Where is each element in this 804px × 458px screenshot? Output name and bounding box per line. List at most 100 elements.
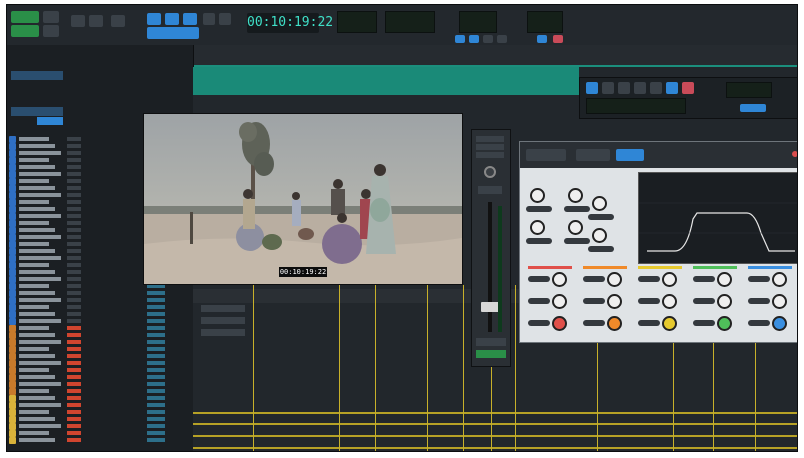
track-io-button[interactable] [147, 354, 165, 358]
track-io-button[interactable] [147, 389, 165, 393]
mute-solo-buttons[interactable] [478, 186, 502, 194]
preset-selector[interactable] [526, 149, 566, 161]
compare-button[interactable] [576, 149, 610, 161]
return-to-zero-icon[interactable] [586, 82, 598, 94]
pencil-icon[interactable] [203, 13, 215, 25]
band-knob[interactable] [552, 272, 567, 287]
band-knob[interactable] [772, 294, 787, 309]
band-knob[interactable] [662, 316, 677, 331]
video-clip-region[interactable] [193, 67, 579, 95]
track-io-button[interactable] [147, 326, 165, 330]
band-knob[interactable] [552, 294, 567, 309]
audio-region[interactable] [193, 412, 797, 414]
play-icon[interactable] [618, 82, 630, 94]
band-knob[interactable] [772, 316, 787, 331]
eq-knob[interactable] [530, 220, 545, 235]
track-io-button[interactable] [147, 312, 165, 316]
band-knob[interactable] [607, 316, 622, 331]
track-io-button[interactable] [147, 396, 165, 400]
eq-knob[interactable] [592, 196, 607, 211]
close-icon[interactable] [792, 151, 797, 157]
track-io-button[interactable] [147, 368, 165, 372]
go-to-end-icon[interactable] [650, 82, 662, 94]
band-knob[interactable] [607, 294, 622, 309]
audio-region[interactable] [193, 423, 797, 425]
clip-region[interactable] [201, 329, 245, 336]
track-io-button[interactable] [147, 319, 165, 323]
band-knob[interactable] [662, 272, 677, 287]
track-io-button[interactable] [147, 438, 165, 442]
grid-nudge-control[interactable] [147, 27, 199, 39]
record-icon[interactable] [682, 82, 694, 94]
track-io-button[interactable] [147, 347, 165, 351]
audio-region[interactable] [193, 435, 797, 437]
band-value-label [583, 298, 605, 304]
band-knob[interactable] [717, 272, 732, 287]
track-meter [67, 438, 81, 442]
track-folder-header[interactable] [11, 71, 63, 80]
fast-forward-icon[interactable] [497, 35, 507, 43]
fast-forward-icon[interactable] [634, 82, 646, 94]
rewind-icon[interactable] [602, 82, 614, 94]
track-io-button[interactable] [147, 410, 165, 414]
audio-region[interactable] [193, 447, 797, 449]
volume-fader[interactable] [481, 302, 499, 312]
band-knob[interactable] [772, 272, 787, 287]
smart-tool-icon[interactable] [183, 13, 197, 25]
slip-button[interactable] [43, 25, 59, 37]
clip-region[interactable] [201, 317, 245, 324]
track-io-button[interactable] [147, 375, 165, 379]
bypass-button[interactable] [616, 149, 644, 161]
eq-knob[interactable] [530, 188, 545, 203]
track-io-button[interactable] [147, 431, 165, 435]
eq-knob[interactable] [568, 220, 583, 235]
track-name-placeholder [19, 137, 49, 141]
loop-icon[interactable] [537, 35, 547, 43]
track-io-button[interactable] [147, 340, 165, 344]
track-io-button[interactable] [147, 417, 165, 421]
stop-icon[interactable] [469, 35, 479, 43]
insert-slot[interactable] [476, 136, 504, 142]
mode-button[interactable] [11, 11, 39, 23]
clip-region[interactable] [201, 305, 245, 312]
trim-tool-icon[interactable] [89, 15, 103, 27]
band-knob[interactable] [552, 316, 567, 331]
track-io-button[interactable] [147, 333, 165, 337]
play-icon[interactable] [455, 35, 465, 43]
grabber-icon[interactable] [147, 13, 161, 25]
band-value-label [528, 320, 550, 326]
track-io-button[interactable] [147, 298, 165, 302]
insert-slot[interactable] [476, 144, 504, 150]
track-selected-buttons[interactable] [37, 117, 63, 125]
track-io-button[interactable] [147, 291, 165, 295]
transport-toggle[interactable] [740, 104, 766, 112]
pan-knob[interactable] [484, 166, 496, 178]
eq-knob[interactable] [568, 188, 583, 203]
edit-mode-button[interactable] [11, 25, 39, 37]
selector-tool-icon[interactable] [111, 15, 125, 27]
loop-icon[interactable] [666, 82, 678, 94]
eq-knob[interactable] [592, 228, 607, 243]
send-slot[interactable] [476, 152, 504, 158]
track-folder-header[interactable] [11, 107, 63, 116]
rewind-icon[interactable] [483, 35, 493, 43]
track-io-button[interactable] [147, 424, 165, 428]
band-knob[interactable] [607, 272, 622, 287]
track-io-button[interactable] [147, 382, 165, 386]
shuffle-button[interactable] [43, 11, 59, 23]
track-io-button[interactable] [147, 305, 165, 309]
record-icon[interactable] [553, 35, 563, 43]
band-knob[interactable] [717, 294, 732, 309]
main-counter[interactable]: 00:10:19:22 [247, 13, 333, 33]
video-window[interactable] [143, 113, 463, 285]
track-io-button[interactable] [147, 361, 165, 365]
track-row[interactable] [7, 436, 193, 445]
band-knob[interactable] [717, 316, 732, 331]
timeline-ruler[interactable] [193, 45, 797, 68]
hand-tool-icon[interactable] [165, 13, 179, 25]
scrub-icon[interactable] [219, 13, 231, 25]
eq-graph[interactable] [638, 172, 797, 264]
zoom-icon[interactable] [71, 15, 85, 27]
track-io-button[interactable] [147, 403, 165, 407]
band-knob[interactable] [662, 294, 677, 309]
